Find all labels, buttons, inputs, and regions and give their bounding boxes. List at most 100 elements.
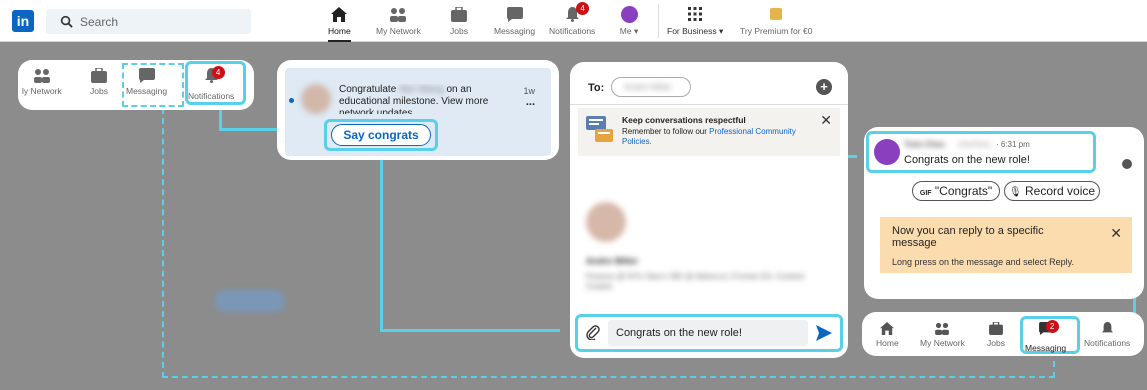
home-icon bbox=[880, 322, 895, 335]
notification-panel: Congratulate Ilan Wang on an educational… bbox=[277, 60, 559, 160]
nav-messaging[interactable]: Messaging bbox=[494, 4, 535, 40]
gif-congrats-button[interactable]: GIF "Congrats" bbox=[912, 181, 1000, 201]
nav-jobs[interactable]: Jobs bbox=[987, 322, 1005, 348]
tip-banner: Now you can reply to a specific message … bbox=[880, 217, 1132, 273]
network-icon bbox=[935, 322, 950, 335]
message-text: Congrats on the new role! bbox=[904, 154, 1030, 166]
gif-text: "Congrats" bbox=[934, 184, 993, 198]
add-recipient-button[interactable]: + bbox=[816, 79, 832, 95]
background-card bbox=[215, 290, 285, 312]
top-navigation-bar: in Search Home My Network Jobs Messaging… bbox=[0, 0, 1147, 42]
home-icon bbox=[331, 6, 348, 22]
connector bbox=[380, 329, 560, 332]
nav-jobs[interactable]: Jobs bbox=[448, 4, 470, 40]
nav-notifications-label: Notifications bbox=[188, 91, 235, 101]
messaging-icon bbox=[138, 68, 155, 83]
nav-notifications[interactable]: 4 Notifications bbox=[549, 2, 595, 40]
briefcase-icon bbox=[90, 68, 107, 83]
close-icon[interactable]: ✕ bbox=[820, 112, 832, 129]
nav-my-network-label: My Network bbox=[376, 26, 421, 36]
more-options-icon[interactable]: ... bbox=[526, 96, 535, 108]
record-voice-button[interactable]: 🎙 Record voice bbox=[1004, 181, 1100, 201]
nav-my-network[interactable]: My Network bbox=[920, 322, 965, 348]
to-label: To: bbox=[588, 82, 605, 94]
messaging-icon bbox=[506, 6, 523, 22]
nav-notifications-label: Notifications bbox=[1084, 338, 1131, 348]
say-congrats-button[interactable]: Say congrats bbox=[331, 124, 431, 146]
tip-title: Now you can reply to a specific message bbox=[892, 225, 1044, 249]
profile-name: Andre Miller bbox=[586, 256, 639, 266]
nav-messaging-label: Messaging bbox=[494, 26, 536, 36]
paperclip-icon[interactable] bbox=[586, 324, 600, 340]
nav-my-network[interactable]: ly Network bbox=[22, 68, 62, 96]
bell-icon bbox=[1101, 322, 1113, 333]
message-input[interactable]: Congrats on the new role! bbox=[608, 320, 808, 346]
nav-try-premium[interactable]: Try Premium for €0 bbox=[740, 4, 812, 40]
gif-label: GIF bbox=[919, 190, 932, 197]
messaging-badge: 2 bbox=[1045, 320, 1059, 333]
nav-jobs[interactable]: Jobs bbox=[90, 68, 108, 96]
nav-jobs-label: Jobs bbox=[987, 338, 1005, 348]
new-message-panel: To: Andre Miller + Keep conversations re… bbox=[570, 62, 848, 358]
nav-my-network-label: My Network bbox=[920, 338, 965, 348]
avatar bbox=[586, 202, 626, 242]
notification-name: Ilan Wang bbox=[399, 84, 444, 95]
nav-me-label: Me ▾ bbox=[619, 26, 639, 36]
tip-body: Long press on the message and select Rep… bbox=[892, 257, 1074, 267]
nav-messaging[interactable]: 2 Messaging bbox=[1025, 320, 1066, 353]
divider bbox=[570, 104, 848, 105]
message-input-text: Congrats on the new role! bbox=[616, 327, 742, 339]
notifications-badge: 4 bbox=[576, 2, 590, 15]
message-highlight bbox=[866, 131, 1096, 173]
notification-text: Congratulate Ilan Wang on an educational… bbox=[339, 84, 509, 114]
nav-home[interactable]: Home bbox=[328, 4, 351, 42]
nav-messaging[interactable]: Messaging bbox=[126, 68, 167, 96]
nav-home-label: Home bbox=[876, 338, 899, 348]
nav-me[interactable]: Me ▾ bbox=[618, 4, 640, 40]
record-voice-label: Record voice bbox=[1025, 184, 1096, 198]
nav-jobs-label: Jobs bbox=[450, 26, 468, 36]
notifications-badge: 4 bbox=[211, 66, 225, 79]
banner-title: Keep conversations respectful bbox=[622, 115, 746, 125]
search-input[interactable]: Search bbox=[46, 9, 251, 34]
microphone-icon: 🎙 bbox=[1008, 187, 1022, 198]
message-time: · 6:31 pm bbox=[996, 140, 1030, 149]
notification-time: 1w bbox=[523, 86, 535, 96]
conversation-panel: Yixin Chen (He/Him) · 6:31 pm Congrats o… bbox=[864, 127, 1144, 299]
avatar bbox=[301, 84, 331, 114]
dashed-connector bbox=[162, 108, 164, 378]
network-icon bbox=[390, 7, 407, 22]
nav-notifications[interactable]: 4 Notifications bbox=[188, 66, 235, 101]
premium-icon bbox=[770, 8, 783, 20]
briefcase-icon bbox=[451, 6, 467, 22]
linkedin-logo[interactable]: in bbox=[12, 10, 34, 32]
nav-for-business-label: For Business ▾ bbox=[667, 26, 724, 36]
policy-banner: Keep conversations respectful Remember t… bbox=[578, 108, 840, 156]
recipient-chip[interactable]: Andre Miller bbox=[611, 77, 691, 97]
notification-text-before: Congratulate bbox=[339, 84, 397, 95]
nav-for-business[interactable]: For Business ▾ bbox=[667, 4, 723, 40]
banner-text-prefix: Remember to follow our bbox=[622, 127, 707, 136]
unread-dot bbox=[289, 98, 294, 103]
nav-divider bbox=[658, 4, 659, 38]
nav-try-premium-label: Try Premium for €0 bbox=[740, 26, 813, 36]
nav-my-network[interactable]: My Network bbox=[376, 4, 421, 40]
search-icon bbox=[60, 15, 73, 28]
nav-jobs-label: Jobs bbox=[90, 86, 108, 96]
send-icon[interactable] bbox=[815, 324, 833, 342]
chat-bubbles-icon bbox=[586, 116, 613, 142]
nav-notifications[interactable]: Notifications bbox=[1084, 322, 1130, 348]
zoomed-nav-panel: ly Network Jobs Messaging 4 Notification… bbox=[18, 60, 254, 110]
nav-home[interactable]: Home bbox=[876, 322, 899, 348]
search-placeholder: Search bbox=[80, 15, 119, 29]
sender-name: Yixin Chen bbox=[904, 140, 946, 149]
mobile-nav-panel: Home My Network Jobs 2 Messaging Notific… bbox=[862, 312, 1144, 356]
avatar bbox=[620, 5, 638, 23]
recipient-name: Andre Miller bbox=[624, 82, 673, 92]
nav-messaging-label: Messaging bbox=[126, 86, 168, 96]
close-icon[interactable]: ✕ bbox=[1110, 225, 1122, 242]
nav-home-label: Home bbox=[328, 26, 351, 36]
grid-icon bbox=[688, 7, 703, 21]
profile-headline: Finance @ NYU Stern | BD @ Aldora.io | F… bbox=[586, 272, 805, 291]
dashed-connector bbox=[162, 376, 1055, 378]
